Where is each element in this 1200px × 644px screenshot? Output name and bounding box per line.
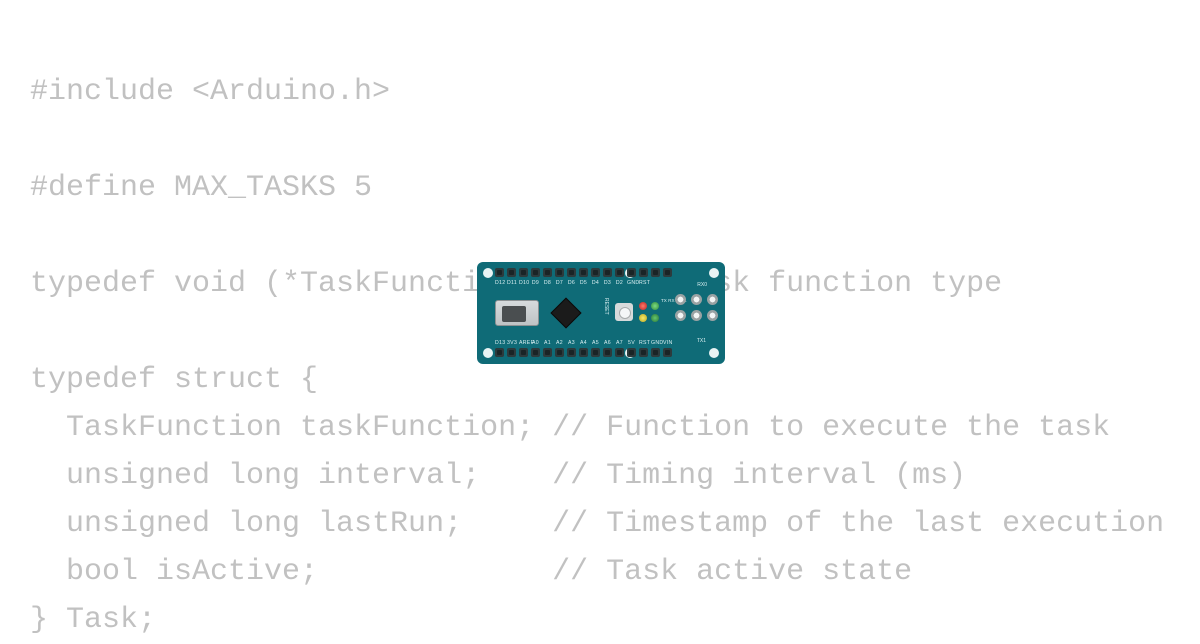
pin-label: D13 [495, 340, 504, 346]
pin-label: A6 [603, 340, 612, 346]
pin-label: A2 [555, 340, 564, 346]
pin-pad [567, 348, 576, 357]
pin-label: D2 [615, 280, 624, 286]
icsp-header [675, 294, 715, 332]
pin-pad [627, 268, 636, 277]
pin-pad [495, 268, 504, 277]
pin-pad [651, 268, 660, 277]
pin-label: 5V [627, 340, 636, 346]
icsp-pin [707, 310, 718, 321]
pin-pad [531, 268, 540, 277]
pin-pad [639, 268, 648, 277]
pin-pad [543, 268, 552, 277]
reset-label: RESET [603, 298, 609, 315]
arduino-nano-board: D12D11D10D9D8D7D6D5D4D3D2GNDRST D133V3AR… [477, 262, 725, 364]
pin-pad [555, 348, 564, 357]
pin-pad [603, 268, 612, 277]
pin-pad [579, 268, 588, 277]
pin-pad [519, 268, 528, 277]
pin-labels-bottom: D133V3AREFA0A1A2A3A4A5A6A75VRSTGNDVIN [495, 340, 705, 346]
pin-pad [591, 268, 600, 277]
pin-pad [591, 348, 600, 357]
icsp-pin [707, 294, 718, 305]
pin-pad [603, 348, 612, 357]
pin-labels-top: D12D11D10D9D8D7D6D5D4D3D2GNDRST [495, 280, 705, 286]
pin-pad [555, 268, 564, 277]
icsp-pin [675, 294, 686, 305]
pin-pad [579, 348, 588, 357]
pin-label: AREF [519, 340, 528, 346]
pin-label: D3 [603, 280, 612, 286]
pin-label: A4 [579, 340, 588, 346]
pin-header-bottom [495, 348, 678, 358]
pin-label: D6 [567, 280, 576, 286]
pin-label: A0 [531, 340, 540, 346]
pin-pad [615, 348, 624, 357]
pin-pad [627, 348, 636, 357]
pin-label: RST [639, 280, 648, 286]
pin-label: D4 [591, 280, 600, 286]
mounting-hole [709, 348, 719, 358]
pin-label: A5 [591, 340, 600, 346]
pin-label: D7 [555, 280, 564, 286]
pin-label: A1 [543, 340, 552, 346]
icsp-pin [691, 310, 702, 321]
pin-label: A3 [567, 340, 576, 346]
pin-label-tx1: TX1 [697, 338, 706, 344]
pin-pad [663, 268, 672, 277]
pin-pad [507, 268, 516, 277]
pin-label: A7 [615, 340, 624, 346]
pin-pad [651, 348, 660, 357]
pin-pad [567, 268, 576, 277]
led-l-icon [651, 314, 659, 322]
pin-label: D8 [543, 280, 552, 286]
pin-pad [519, 348, 528, 357]
pin-pad [531, 348, 540, 357]
pin-pad [639, 348, 648, 357]
pin-label: RST [639, 340, 648, 346]
reset-button[interactable] [615, 303, 633, 321]
led-on-icon [651, 302, 659, 310]
pin-label: VIN [663, 340, 672, 346]
led-rx-icon [639, 314, 647, 322]
pin-label: D10 [519, 280, 528, 286]
icsp-pin [691, 294, 702, 305]
usb-mini-connector [495, 300, 539, 326]
pin-label: D11 [507, 280, 516, 286]
pin-label-rx0: RX0 [697, 282, 707, 288]
pin-pad [495, 348, 504, 357]
pin-label: D5 [579, 280, 588, 286]
pin-label: D9 [531, 280, 540, 286]
pin-label: GND [651, 340, 660, 346]
mounting-hole [483, 268, 493, 278]
pin-pad [507, 348, 516, 357]
pin-pad [663, 348, 672, 357]
icsp-pin [675, 310, 686, 321]
led-tx-icon [639, 302, 647, 310]
pin-label: 3V3 [507, 340, 516, 346]
pin-pad [615, 268, 624, 277]
pin-label: GND [627, 280, 636, 286]
pin-header-top [495, 268, 678, 278]
mounting-hole [709, 268, 719, 278]
mounting-hole [483, 348, 493, 358]
pin-label: D12 [495, 280, 504, 286]
pin-pad [543, 348, 552, 357]
